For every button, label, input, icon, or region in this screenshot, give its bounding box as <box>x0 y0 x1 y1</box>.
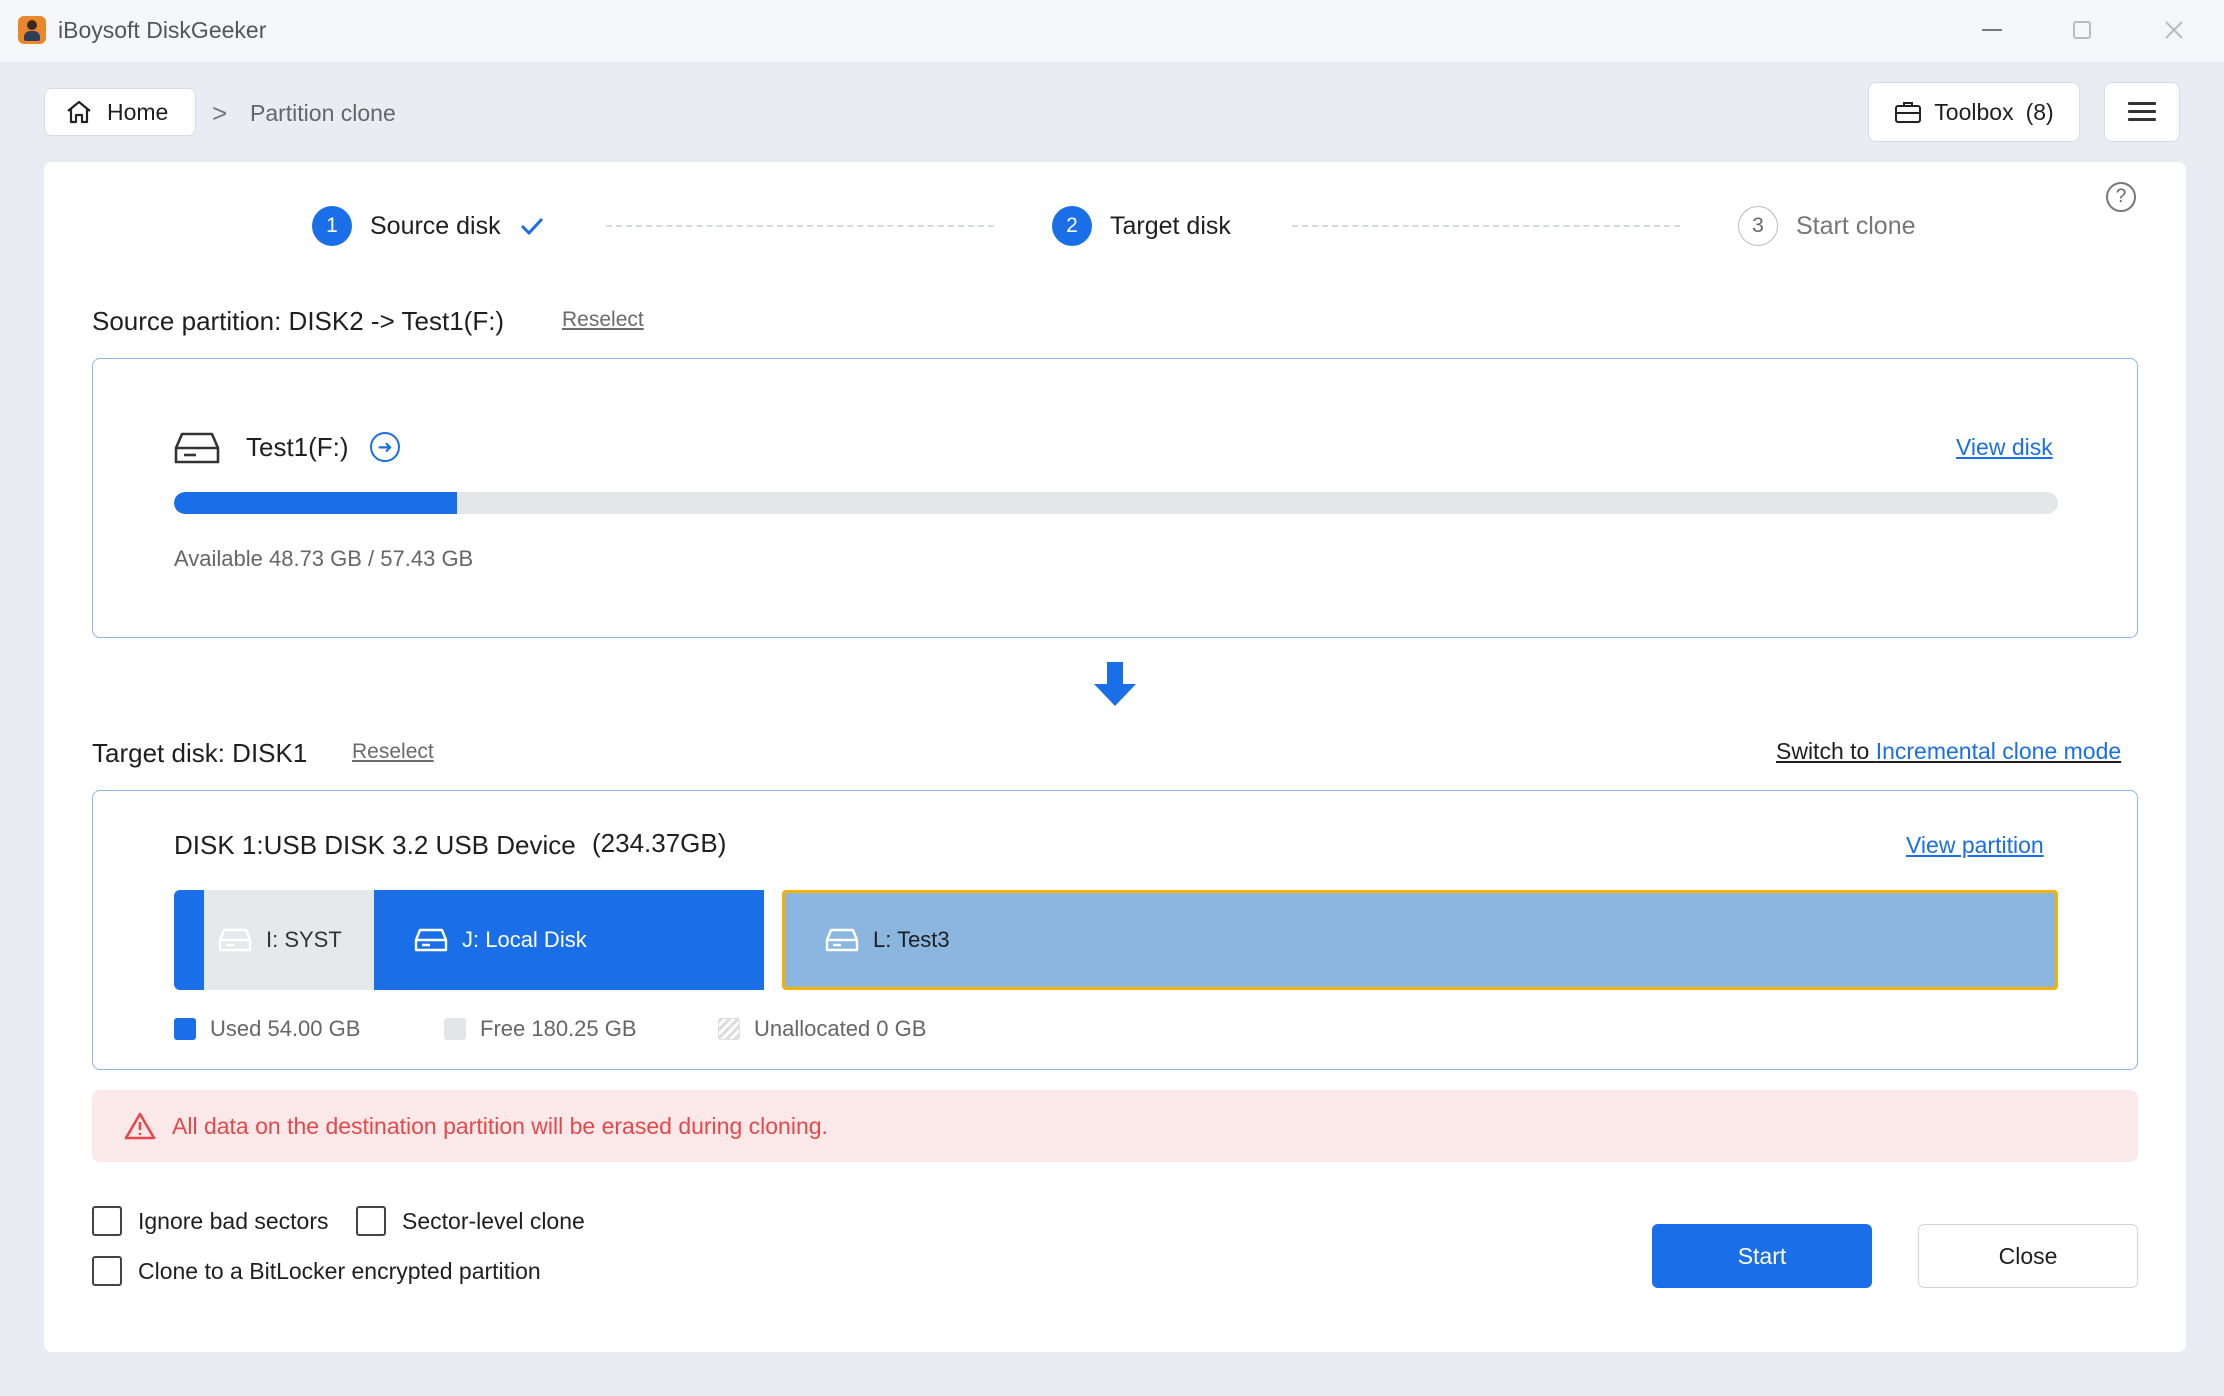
app-logo-icon <box>18 16 46 44</box>
arrow-right-circle-icon[interactable]: ➜ <box>370 432 400 462</box>
breadcrumb-chevron-icon: > <box>212 98 228 128</box>
bitlocker-option[interactable]: Clone to a BitLocker encrypted partition <box>92 1256 541 1286</box>
warning-text: All data on the destination partition wi… <box>172 1112 828 1139</box>
legend-label: Unallocated 0 GB <box>754 1016 927 1041</box>
toolbox-button[interactable]: Toolbox (8) <box>1868 82 2080 142</box>
step-label: Start clone <box>1796 211 1916 240</box>
view-disk-link[interactable]: View disk <box>1956 434 2053 461</box>
sector-level-clone-option[interactable]: Sector-level clone <box>356 1206 585 1236</box>
incremental-clone-link[interactable]: Incremental clone mode <box>1876 738 2121 764</box>
step-label: Source disk <box>370 211 501 240</box>
target-reselect-link: Reselect <box>352 740 434 763</box>
option-label: Sector-level clone <box>402 1207 585 1234</box>
partition-label: J: Local Disk <box>462 927 587 952</box>
toolbox-label: Toolbox <box>1934 98 2014 125</box>
step-target-disk: 2 Target disk <box>1052 206 1231 246</box>
hamburger-icon <box>2128 102 2156 122</box>
legend-label: Used 54.00 GB <box>210 1016 361 1041</box>
step-label: Target disk <box>1110 211 1231 240</box>
partition-segment-syst[interactable]: I: SYST <box>204 890 374 990</box>
usage-bar <box>174 492 2058 514</box>
minimize-icon <box>1982 29 2002 31</box>
minimize-button[interactable] <box>1962 10 2022 50</box>
close-window-button[interactable] <box>2144 10 2204 50</box>
ignore-bad-sectors-checkbox[interactable] <box>92 1206 122 1236</box>
drive-icon <box>174 432 220 464</box>
partition-label: I: SYST <box>266 927 342 952</box>
step-connector <box>606 225 994 227</box>
step-connector <box>1292 225 1680 227</box>
switch-mode-link[interactable]: Switch to Incremental clone mode <box>1776 738 2121 765</box>
option-label: Ignore bad sectors <box>138 1207 329 1234</box>
home-label: Home <box>107 98 169 125</box>
close-button[interactable]: Close <box>1918 1224 2138 1288</box>
breadcrumb-current: Partition clone <box>250 100 396 126</box>
legend-swatch <box>174 1018 196 1040</box>
legend-unallocated: Unallocated 0 GB <box>718 1016 926 1042</box>
source-reselect-link[interactable]: Reselect <box>562 308 644 332</box>
legend-label: Free 180.25 GB <box>480 1016 637 1041</box>
sector-level-clone-checkbox[interactable] <box>356 1206 386 1236</box>
target-disk-size: (234.37GB) <box>592 828 727 858</box>
start-button[interactable]: Start <box>1652 1224 1872 1288</box>
maximize-icon <box>2073 21 2091 39</box>
partition-segment-test3-selected[interactable]: L: Test3 <box>782 890 2058 990</box>
maximize-button[interactable] <box>2052 10 2112 50</box>
close-icon <box>2165 21 2183 39</box>
legend-used: Used 54.00 GB <box>174 1016 360 1042</box>
drive-icon <box>218 928 252 952</box>
target-heading: Target disk: DISK1 <box>92 738 308 768</box>
checkmark-icon <box>520 217 543 236</box>
drive-icon <box>414 928 448 952</box>
source-partition-name: Test1(F:) <box>246 432 349 462</box>
home-icon <box>67 100 91 124</box>
bitlocker-checkbox[interactable] <box>92 1256 122 1286</box>
partition-label: L: Test3 <box>873 927 950 952</box>
target-disk-name: DISK 1:USB DISK 3.2 USB Device <box>174 830 576 860</box>
option-label: Clone to a BitLocker encrypted partition <box>138 1257 541 1284</box>
source-heading: Source partition: DISK2 -> Test1(F:) <box>92 306 505 336</box>
erase-warning-banner: All data on the destination partition wi… <box>92 1090 2138 1162</box>
partition-segment-local-disk[interactable]: J: Local Disk <box>374 890 764 990</box>
switch-prefix: Switch to <box>1776 738 1876 764</box>
legend-swatch <box>444 1018 466 1040</box>
step-source-disk: 1 Source disk <box>312 206 545 246</box>
step-number: 1 <box>312 206 352 246</box>
drive-icon <box>825 928 859 952</box>
warning-triangle-icon <box>124 1112 156 1140</box>
home-button[interactable]: Home <box>44 88 196 136</box>
app-title: iBoysoft DiskGeeker <box>58 17 267 43</box>
arrow-down-icon <box>1094 662 1136 706</box>
legend-free: Free 180.25 GB <box>444 1016 637 1042</box>
menu-button[interactable] <box>2104 82 2180 142</box>
available-space: Available 48.73 GB / 57.43 GB <box>174 546 474 571</box>
ignore-bad-sectors-option[interactable]: Ignore bad sectors <box>92 1206 329 1236</box>
view-partition-link[interactable]: View partition <box>1906 832 2044 859</box>
step-number: 3 <box>1738 206 1778 246</box>
usage-bar-fill <box>174 492 457 514</box>
partition-segment-reserved[interactable] <box>174 890 204 990</box>
step-start-clone: 3 Start clone <box>1738 206 1916 246</box>
briefcase-icon <box>1895 102 1922 123</box>
step-number: 2 <box>1052 206 1092 246</box>
toolbox-count: (8) <box>2025 98 2054 125</box>
help-icon[interactable]: ? <box>2106 182 2136 212</box>
legend-swatch <box>718 1018 740 1040</box>
title-bar: iBoysoft DiskGeeker <box>0 0 2224 62</box>
